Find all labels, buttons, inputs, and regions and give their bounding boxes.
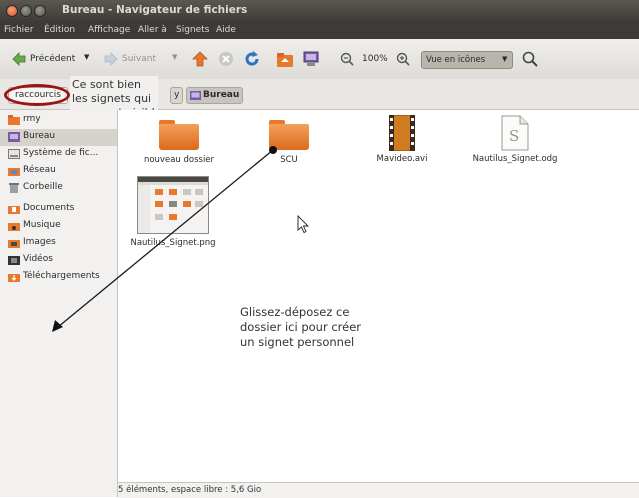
up-arrow-icon[interactable] xyxy=(192,51,208,67)
file-manager-window: Bureau - Navigateur de fichiers Fichier … xyxy=(0,0,639,498)
music-folder-icon xyxy=(8,223,20,231)
maximize-window-icon[interactable] xyxy=(34,5,46,17)
minimize-window-icon[interactable] xyxy=(20,5,32,17)
videos-folder-icon xyxy=(8,256,20,265)
documents-folder-icon xyxy=(8,206,20,214)
menu-edition[interactable]: Édition xyxy=(44,25,75,35)
file-item[interactable]: Nautilus_Signet.png xyxy=(128,176,218,248)
file-name: Mavideo.avi xyxy=(376,154,428,164)
sidebar-label: Système de fic... xyxy=(23,148,99,158)
sidebar-item-musique[interactable]: Musique xyxy=(0,218,117,235)
network-icon xyxy=(8,168,20,176)
file-item[interactable]: SCU xyxy=(249,120,329,165)
sidebar-label: Corbeille xyxy=(23,182,63,192)
window-title: Bureau - Navigateur de fichiers xyxy=(62,4,248,16)
status-text: 5 éléments, espace libre : 5,6 Gio xyxy=(118,485,262,495)
reload-icon[interactable] xyxy=(244,51,260,67)
menu-affichage[interactable]: Affichage xyxy=(88,25,130,35)
sidebar-label: Réseau xyxy=(23,165,56,175)
file-item[interactable]: Mavideo.avi xyxy=(362,115,442,164)
home-folder-icon[interactable] xyxy=(276,50,294,68)
crumb-bureau[interactable]: Bureau xyxy=(186,87,244,104)
sidebar-item-corbeille[interactable]: Corbeille xyxy=(0,180,117,197)
sidebar-item-home[interactable]: rmy xyxy=(0,112,117,129)
zoom-in-icon[interactable] xyxy=(396,52,410,66)
file-item[interactable]: S Nautilus_Signet.odg xyxy=(460,115,570,164)
forward-button[interactable]: Suivant ▼ xyxy=(100,49,182,69)
view-mode-value: Vue en icônes xyxy=(426,55,486,65)
toolbar: Précédent ▼ Suivant ▼ 100% Vue en icônes… xyxy=(0,39,639,80)
sidebar-item-reseau[interactable]: Réseau xyxy=(0,163,117,180)
pictures-folder-icon xyxy=(8,240,20,248)
back-label: Précédent xyxy=(30,54,76,64)
file-item[interactable]: nouveau dossier xyxy=(136,120,222,165)
close-window-icon[interactable] xyxy=(6,5,18,17)
folder-icon xyxy=(159,120,199,150)
back-button[interactable]: Précédent ▼ xyxy=(8,49,92,69)
back-dropdown-icon[interactable]: ▼ xyxy=(84,53,89,61)
back-arrow-icon xyxy=(12,52,26,66)
search-icon[interactable] xyxy=(522,51,538,67)
trash-icon xyxy=(9,183,19,193)
downloads-folder-icon xyxy=(8,274,20,282)
zoom-level: 100% xyxy=(362,54,388,64)
view-mode-select[interactable]: Vue en icônes ▼ xyxy=(421,51,513,69)
drag-drop-annotation: Glissez-déposez ce dossier ici pour crée… xyxy=(240,305,361,350)
forward-label: Suivant xyxy=(122,54,156,64)
image-thumbnail-icon xyxy=(137,176,209,234)
highlight-oval xyxy=(4,84,70,106)
callout-line-1: Ce sont bien xyxy=(72,78,141,91)
annotation-line-2: dossier ici pour créer xyxy=(240,320,362,334)
stop-icon[interactable] xyxy=(218,51,234,67)
svg-text:S: S xyxy=(509,127,519,145)
folder-icon xyxy=(269,120,309,150)
sidebar-label: Documents xyxy=(23,203,75,213)
file-name: SCU xyxy=(280,155,298,165)
sidebar-item-videos[interactable]: Vidéos xyxy=(0,252,117,269)
menu-bar: Fichier Édition Affichage Aller à Signet… xyxy=(0,22,639,39)
sidebar: rmy Bureau Système de fic... Réseau Corb… xyxy=(0,110,118,497)
sidebar-item-documents[interactable]: Documents xyxy=(0,201,117,218)
file-view[interactable]: nouveau dossier SCU Mavideo.avi S Nautil… xyxy=(118,110,639,482)
computer-icon[interactable] xyxy=(302,50,320,68)
video-file-icon xyxy=(389,115,415,151)
menu-fichier[interactable]: Fichier xyxy=(4,25,33,35)
zoom-out-icon[interactable] xyxy=(340,52,354,66)
menu-aide[interactable]: Aide xyxy=(216,25,236,35)
sidebar-label: Vidéos xyxy=(23,254,53,264)
sidebar-item-filesystem[interactable]: Système de fic... xyxy=(0,146,117,163)
desktop-crumb-icon xyxy=(190,91,201,100)
view-mode-dropdown-icon: ▼ xyxy=(502,55,508,63)
menu-signets[interactable]: Signets xyxy=(176,25,209,35)
sidebar-item-telechargements[interactable]: Téléchargements xyxy=(0,269,117,286)
desktop-icon xyxy=(8,132,20,142)
title-bar: Bureau - Navigateur de fichiers xyxy=(0,0,639,22)
sidebar-item-bureau[interactable]: Bureau xyxy=(0,129,117,146)
callout-line-2: les signets qui xyxy=(72,92,152,105)
menu-aller-a[interactable]: Aller à xyxy=(138,25,167,35)
file-name: Nautilus_Signet.png xyxy=(130,238,216,248)
forward-dropdown-icon[interactable]: ▼ xyxy=(172,53,177,61)
filesystem-icon xyxy=(8,149,20,159)
sidebar-label: rmy xyxy=(23,114,41,124)
forward-arrow-icon xyxy=(104,52,118,66)
file-name: Nautilus_Signet.odg xyxy=(472,154,558,164)
sidebar-item-images[interactable]: Images xyxy=(0,235,117,252)
crumb-bureau-label: Bureau xyxy=(203,90,240,100)
sidebar-label: Téléchargements xyxy=(23,271,100,281)
file-name: nouveau dossier xyxy=(143,155,215,165)
sidebar-label: Images xyxy=(23,237,56,247)
status-bar: 5 éléments, espace libre : 5,6 Gio xyxy=(118,482,639,498)
annotation-line-3: un signet personnel xyxy=(240,335,355,349)
home-icon xyxy=(8,115,20,125)
drawing-file-icon: S xyxy=(501,115,529,151)
annotation-line-1: Glissez-déposez ce xyxy=(240,305,350,319)
crumb-home[interactable]: y xyxy=(170,87,184,104)
sidebar-label: Bureau xyxy=(23,131,56,141)
sidebar-label: Musique xyxy=(23,220,61,230)
